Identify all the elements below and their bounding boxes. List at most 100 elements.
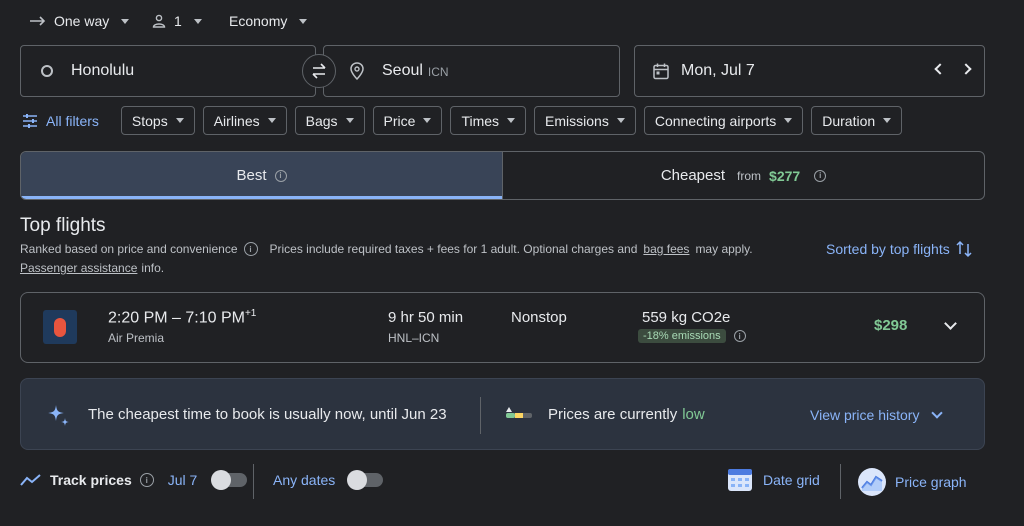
cabin-class-label: Economy (229, 13, 288, 29)
destination-field[interactable]: Seoul ICN (323, 45, 620, 97)
bag-fees-link[interactable]: bag fees (643, 242, 689, 256)
chip-label: Bags (305, 112, 338, 129)
tools-divider (253, 464, 254, 499)
chevron-down-icon (345, 118, 354, 123)
chevron-down-icon (193, 18, 202, 24)
next-date-button[interactable] (960, 63, 972, 75)
passenger-note: Passenger assistance info. (20, 261, 164, 275)
filter-chip-duration[interactable]: Duration (811, 106, 903, 135)
emissions-badge: -18% emissions (638, 329, 726, 343)
chevron-down-icon (944, 317, 957, 330)
toggle-knob (211, 470, 232, 490)
info-icon[interactable]: i (814, 169, 827, 182)
any-dates-toggle[interactable] (347, 470, 384, 490)
insights-divider (480, 397, 481, 434)
chip-label: Price (383, 112, 416, 129)
info-icon[interactable]: i (243, 242, 258, 256)
day-offset: +1 (244, 308, 257, 319)
chip-label: Duration (822, 112, 876, 129)
airline-logo (43, 310, 77, 344)
price-graph-label: Price graph (895, 474, 967, 490)
sparkle-icon (48, 405, 69, 426)
price-level-prefix: Prices are currently (548, 406, 678, 423)
date-grid-label: Date grid (763, 472, 820, 488)
chevron-down-icon (883, 118, 892, 123)
chevron-down-icon (175, 118, 184, 123)
filter-chip-times[interactable]: Times (450, 106, 527, 135)
chip-label: Emissions (545, 112, 609, 129)
price-note-prefix: Prices include required taxes + fees for… (269, 242, 638, 256)
view-price-history-button[interactable]: View price history (810, 407, 944, 423)
passengers-count: 1 (174, 13, 182, 29)
tune-icon (23, 113, 37, 128)
ranking-note: Ranked based on price and convenience (20, 242, 238, 256)
cheapest-time-text: The cheapest time to book is usually now… (88, 406, 447, 423)
origin-field[interactable]: Honolulu (20, 45, 316, 97)
flight-times: 2:20 PM – 7:10 PM+1 (108, 308, 256, 327)
flight-times-value: 2:20 PM – 7:10 PM (108, 309, 245, 327)
chevron-down-icon (121, 18, 130, 24)
any-dates-row: Any dates (273, 470, 384, 490)
toggle-knob (347, 470, 368, 490)
tab-best[interactable]: Best i (21, 152, 503, 199)
price-level-value: low (682, 406, 705, 423)
trending-icon (20, 474, 41, 486)
chip-label: Connecting airports (654, 112, 777, 129)
destination-code: ICN (427, 65, 449, 79)
previous-date-button[interactable] (934, 63, 946, 75)
trip-type-select[interactable]: One way (30, 10, 130, 32)
view-price-history-label: View price history (810, 407, 920, 423)
flight-card[interactable]: 2:20 PM – 7:10 PM+1 Air Premia 9 hr 50 m… (20, 292, 985, 363)
swap-button[interactable] (302, 54, 336, 88)
tab-cheapest[interactable]: Cheapest from $277 i (503, 152, 984, 199)
any-dates-label: Any dates (273, 472, 336, 488)
passenger-assistance-link[interactable]: Passenger assistance (20, 261, 137, 275)
chevron-down-icon (784, 118, 793, 123)
filter-chip-price[interactable]: Price (372, 106, 443, 135)
price-graph-icon (858, 468, 886, 496)
date-value: Mon, Jul 7 (681, 62, 755, 79)
price-level-text: Prices are currently low (548, 406, 705, 423)
flight-route: HNL–ICN (388, 331, 440, 345)
sort-button[interactable]: Sorted by top flights (826, 240, 972, 258)
price-level-gauge-icon (506, 407, 532, 418)
date-grid-button[interactable]: Date grid (727, 467, 820, 493)
price-insights-banner: The cheapest time to book is usually now… (20, 378, 985, 450)
track-date-toggle[interactable] (211, 470, 248, 490)
arrow-right-icon (30, 16, 46, 26)
date-grid-icon (728, 469, 752, 491)
info-icon[interactable]: i (733, 330, 746, 342)
cheapest-price: $277 (769, 167, 801, 184)
filter-chip-emissions[interactable]: Emissions (534, 106, 636, 135)
chip-label: Stops (131, 112, 168, 129)
filter-chip-stops[interactable]: Stops (120, 106, 195, 135)
results-heading: Top flights (20, 215, 106, 236)
all-filters-label: All filters (46, 112, 99, 129)
flight-stops: Nonstop (511, 309, 567, 326)
flight-price: $298 (874, 317, 908, 334)
filter-chip-bags[interactable]: Bags (294, 106, 365, 135)
expand-button[interactable] (944, 317, 957, 330)
filter-chip-airlines[interactable]: Airlines (202, 106, 287, 135)
tools-divider (840, 464, 841, 499)
date-field[interactable]: Mon, Jul 7 (634, 45, 985, 97)
chevron-down-icon (423, 118, 432, 123)
chevron-down-icon (507, 118, 516, 123)
tab-cheapest-label: Cheapest (660, 167, 726, 184)
filter-chip-connecting-airports[interactable]: Connecting airports (643, 106, 804, 135)
destination-value: Seoul (382, 62, 423, 79)
price-graph-button[interactable]: Price graph (857, 467, 967, 497)
swap-arrows-icon (312, 63, 326, 79)
price-note-suffix: may apply. (695, 242, 753, 256)
chevron-down-icon (267, 118, 276, 123)
cabin-class-select[interactable]: Economy (229, 10, 308, 32)
passengers-select[interactable]: 1 (152, 10, 202, 32)
all-filters-button[interactable]: All filters (20, 113, 101, 129)
info-icon[interactable]: i (139, 473, 154, 487)
emissions-badge-row: -18% emissions i (638, 329, 746, 343)
trip-type-label: One way (54, 13, 110, 29)
person-icon (152, 14, 166, 28)
info-icon[interactable]: i (274, 169, 287, 182)
airline-logo-mark (54, 317, 66, 337)
chevron-down-icon (931, 407, 944, 419)
